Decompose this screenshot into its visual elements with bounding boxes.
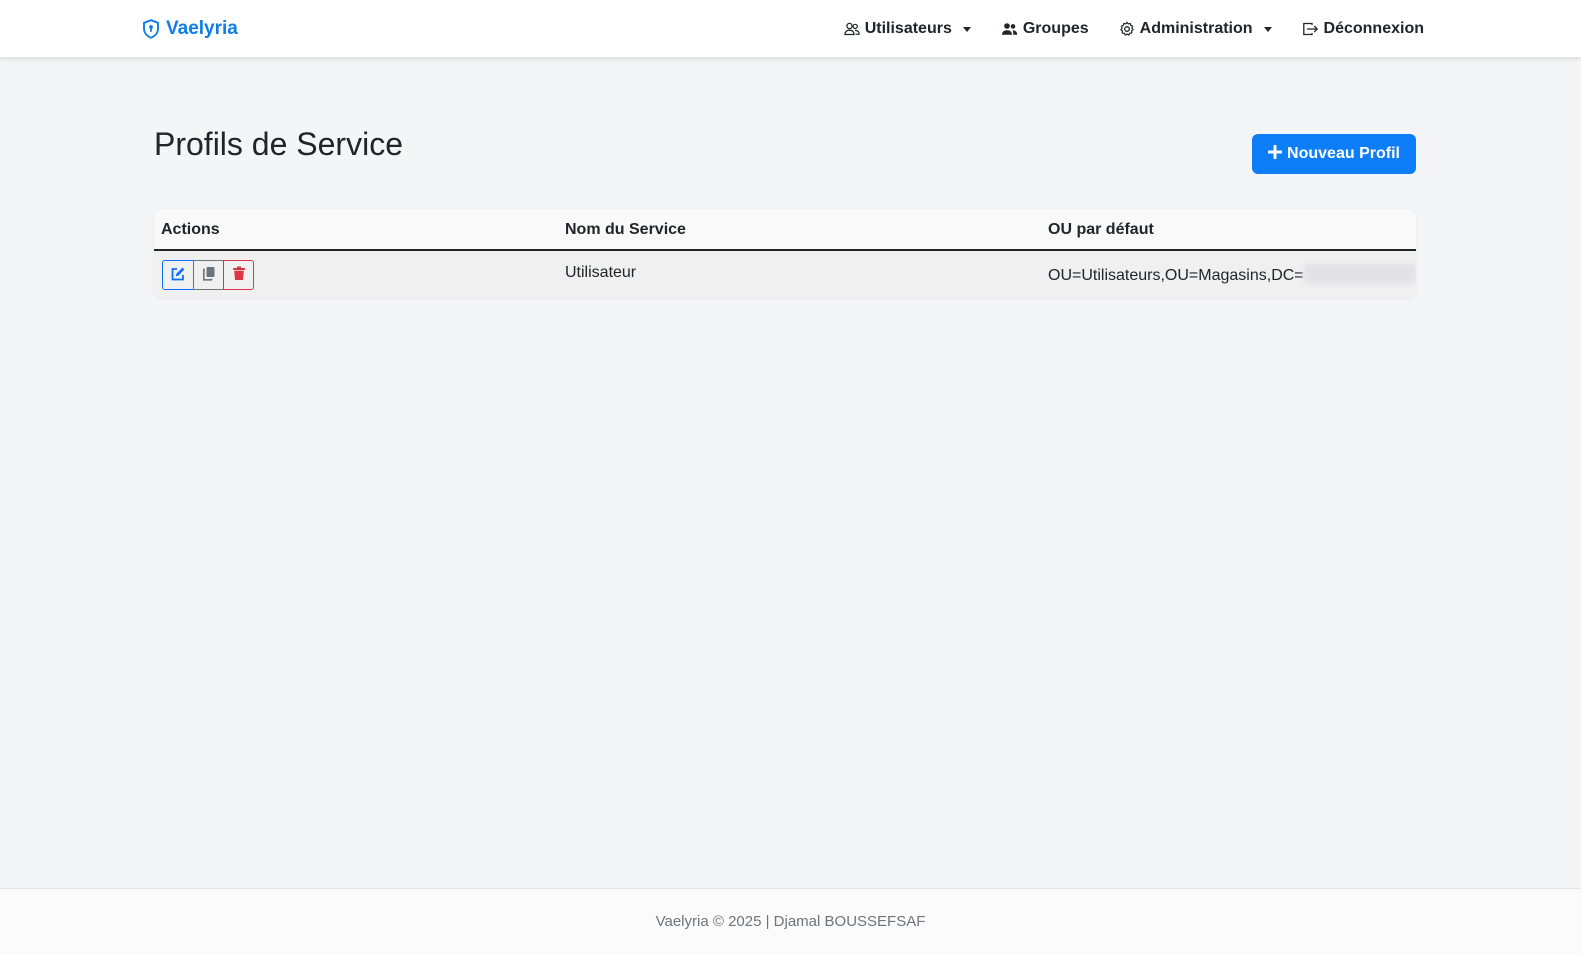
- nav-logout-label: Déconnexion: [1323, 20, 1424, 37]
- footer-text: Vaelyria © 2025 | Djamal BOUSSEFSAF: [655, 913, 926, 930]
- top-navbar: Vaelyria Utilisateurs Groupes Administra…: [0, 0, 1581, 58]
- nav-users-label: Utilisateurs: [864, 20, 952, 37]
- edit-button[interactable]: [162, 260, 194, 290]
- default-ou-text: OU=Utilisateurs,OU=Magasins,DC=: [1048, 267, 1304, 284]
- gear-icon: [1119, 21, 1135, 37]
- caret-down-icon: [1263, 26, 1272, 32]
- column-header-service-name: Nom du Service: [565, 221, 686, 238]
- brand-link[interactable]: Vaelyria: [142, 16, 238, 42]
- caret-down-icon: [962, 26, 971, 32]
- nav-admin-label: Administration: [1139, 20, 1253, 37]
- nav-groups[interactable]: Groupes: [1001, 20, 1089, 38]
- people-fill-icon: [1001, 21, 1018, 37]
- new-profile-label: Nouveau Profil: [1287, 145, 1400, 162]
- nav-admin-dropdown[interactable]: Administration: [1119, 20, 1272, 38]
- nav-logout[interactable]: Déconnexion: [1302, 20, 1424, 38]
- redacted-text: [1303, 264, 1416, 284]
- new-profile-button[interactable]: Nouveau Profil: [1252, 134, 1416, 174]
- duplicate-button[interactable]: [193, 260, 224, 290]
- row-actions: [162, 260, 254, 290]
- table-row: Utilisateur OU=Utilisateurs,OU=Magasins,…: [154, 251, 1416, 298]
- nav-groups-label: Groupes: [1022, 20, 1089, 37]
- edit-icon: [170, 266, 186, 285]
- column-header-default-ou: OU par défaut: [1048, 221, 1154, 238]
- brand-name: Vaelyria: [166, 18, 238, 39]
- service-profiles-table: Actions Nom du Service OU par défaut Uti…: [154, 209, 1416, 298]
- trash-icon: [232, 266, 246, 284]
- table-header: Actions Nom du Service OU par défaut: [154, 209, 1416, 251]
- footer: Vaelyria © 2025 | Djamal BOUSSEFSAF: [0, 888, 1581, 954]
- service-name-cell: Utilisateur: [565, 264, 637, 281]
- page-title: Profils de Service: [154, 126, 403, 162]
- nav-users-dropdown[interactable]: Utilisateurs: [844, 20, 971, 38]
- column-header-actions: Actions: [161, 221, 220, 238]
- users-outline-icon: [844, 21, 860, 37]
- main-nav: Utilisateurs Groupes Administration Déco…: [844, 0, 1424, 58]
- default-ou-cell: OU=Utilisateurs,OU=Magasins,DC=: [1048, 264, 1416, 285]
- shield-icon: [142, 19, 160, 39]
- delete-button[interactable]: [223, 260, 254, 290]
- plus-icon: [1267, 144, 1283, 164]
- copy-icon: [202, 266, 216, 284]
- box-arrow-right-icon: [1302, 21, 1319, 37]
